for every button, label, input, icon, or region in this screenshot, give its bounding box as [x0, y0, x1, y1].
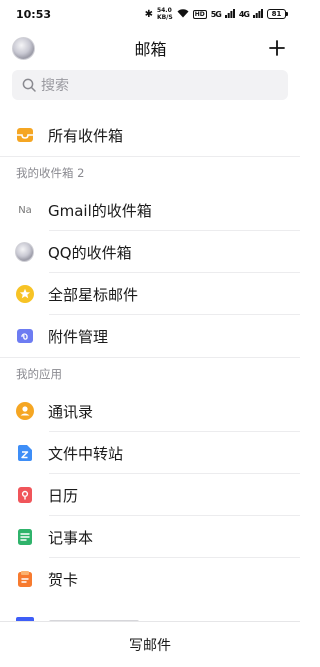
network-speed-value: 54.0 — [156, 7, 172, 14]
qq-avatar-icon — [15, 242, 34, 262]
starred-mail-label: 全部星标邮件 — [48, 285, 139, 304]
signal-4g: 4G — [238, 9, 250, 19]
app-item-label: 贺卡 — [48, 570, 79, 589]
app-item-label: 日历 — [48, 486, 79, 505]
network-speed: 54.0 KB/S — [157, 7, 173, 21]
inbox-item-label: QQ的收件箱 — [48, 243, 132, 262]
compose-bar[interactable]: 写邮件 — [0, 621, 300, 667]
app-item-file-transfer[interactable]: 文件中转站 — [0, 432, 300, 474]
app-item-greeting-card[interactable]: 贺卡 — [0, 558, 300, 600]
starred-mail-item[interactable]: 全部星标邮件 — [0, 273, 300, 315]
attachment-icon — [16, 327, 34, 345]
inbox-item-label: Gmail的收件箱 — [48, 201, 152, 220]
contacts-icon — [16, 402, 34, 420]
network-speed-unit: KB/S — [156, 14, 173, 21]
app-item-label: 记事本 — [48, 528, 94, 547]
add-button[interactable] — [266, 37, 288, 59]
page-title: 邮箱 — [134, 40, 167, 59]
signal-5g: 5G — [210, 9, 222, 19]
attachment-manager-label: 附件管理 — [48, 327, 109, 346]
star-icon — [16, 285, 34, 303]
all-inbox-item[interactable]: 所有收件箱 — [0, 114, 300, 156]
attachment-manager-item[interactable]: 附件管理 — [0, 315, 300, 357]
app-item-notepad[interactable]: 记事本 — [0, 516, 300, 558]
status-time: 10:53 — [16, 7, 52, 21]
wifi-icon — [177, 8, 189, 21]
search-placeholder: 搜索 — [41, 78, 69, 94]
section-title-my-inboxes: 我的收件箱 2 — [16, 166, 85, 180]
compose-button[interactable]: 写邮件 — [129, 635, 171, 655]
app-item-calendar[interactable]: 日历 — [0, 474, 300, 516]
account-initials-icon: Na — [18, 204, 32, 216]
inbox-tray-icon — [16, 126, 34, 144]
notepad-icon — [16, 528, 34, 546]
section-title-my-apps: 我的应用 — [16, 367, 62, 381]
signal-bars-1-icon — [224, 8, 235, 20]
app-item-label: 通讯录 — [48, 402, 94, 421]
status-bar: 10:53 ✱ 54.0 KB/S HD 5G 4G 81 — [0, 0, 300, 28]
header: 邮箱 — [0, 28, 300, 68]
status-icons: ✱ 54.0 KB/S HD 5G 4G 81 — [144, 7, 288, 21]
search-icon — [22, 78, 36, 92]
bluetooth-icon: ✱ — [144, 8, 153, 20]
signal-bars-2-icon — [253, 8, 263, 20]
inbox-item-qq[interactable]: QQ的收件箱 — [0, 231, 300, 273]
avatar[interactable] — [12, 36, 35, 60]
file-transfer-icon — [16, 444, 34, 462]
all-inbox-label: 所有收件箱 — [48, 126, 124, 145]
app-item-contacts[interactable]: 通讯录 — [0, 390, 300, 432]
battery-indicator: 81 — [267, 9, 288, 19]
app-item-label: 文件中转站 — [48, 444, 124, 463]
inbox-item-gmail[interactable]: Na Gmail的收件箱 — [0, 189, 300, 231]
greeting-card-icon — [16, 570, 34, 588]
plus-icon — [269, 40, 285, 56]
hd-badge: HD — [192, 9, 207, 19]
calendar-icon — [16, 486, 34, 504]
search-input[interactable]: 搜索 — [12, 70, 288, 100]
